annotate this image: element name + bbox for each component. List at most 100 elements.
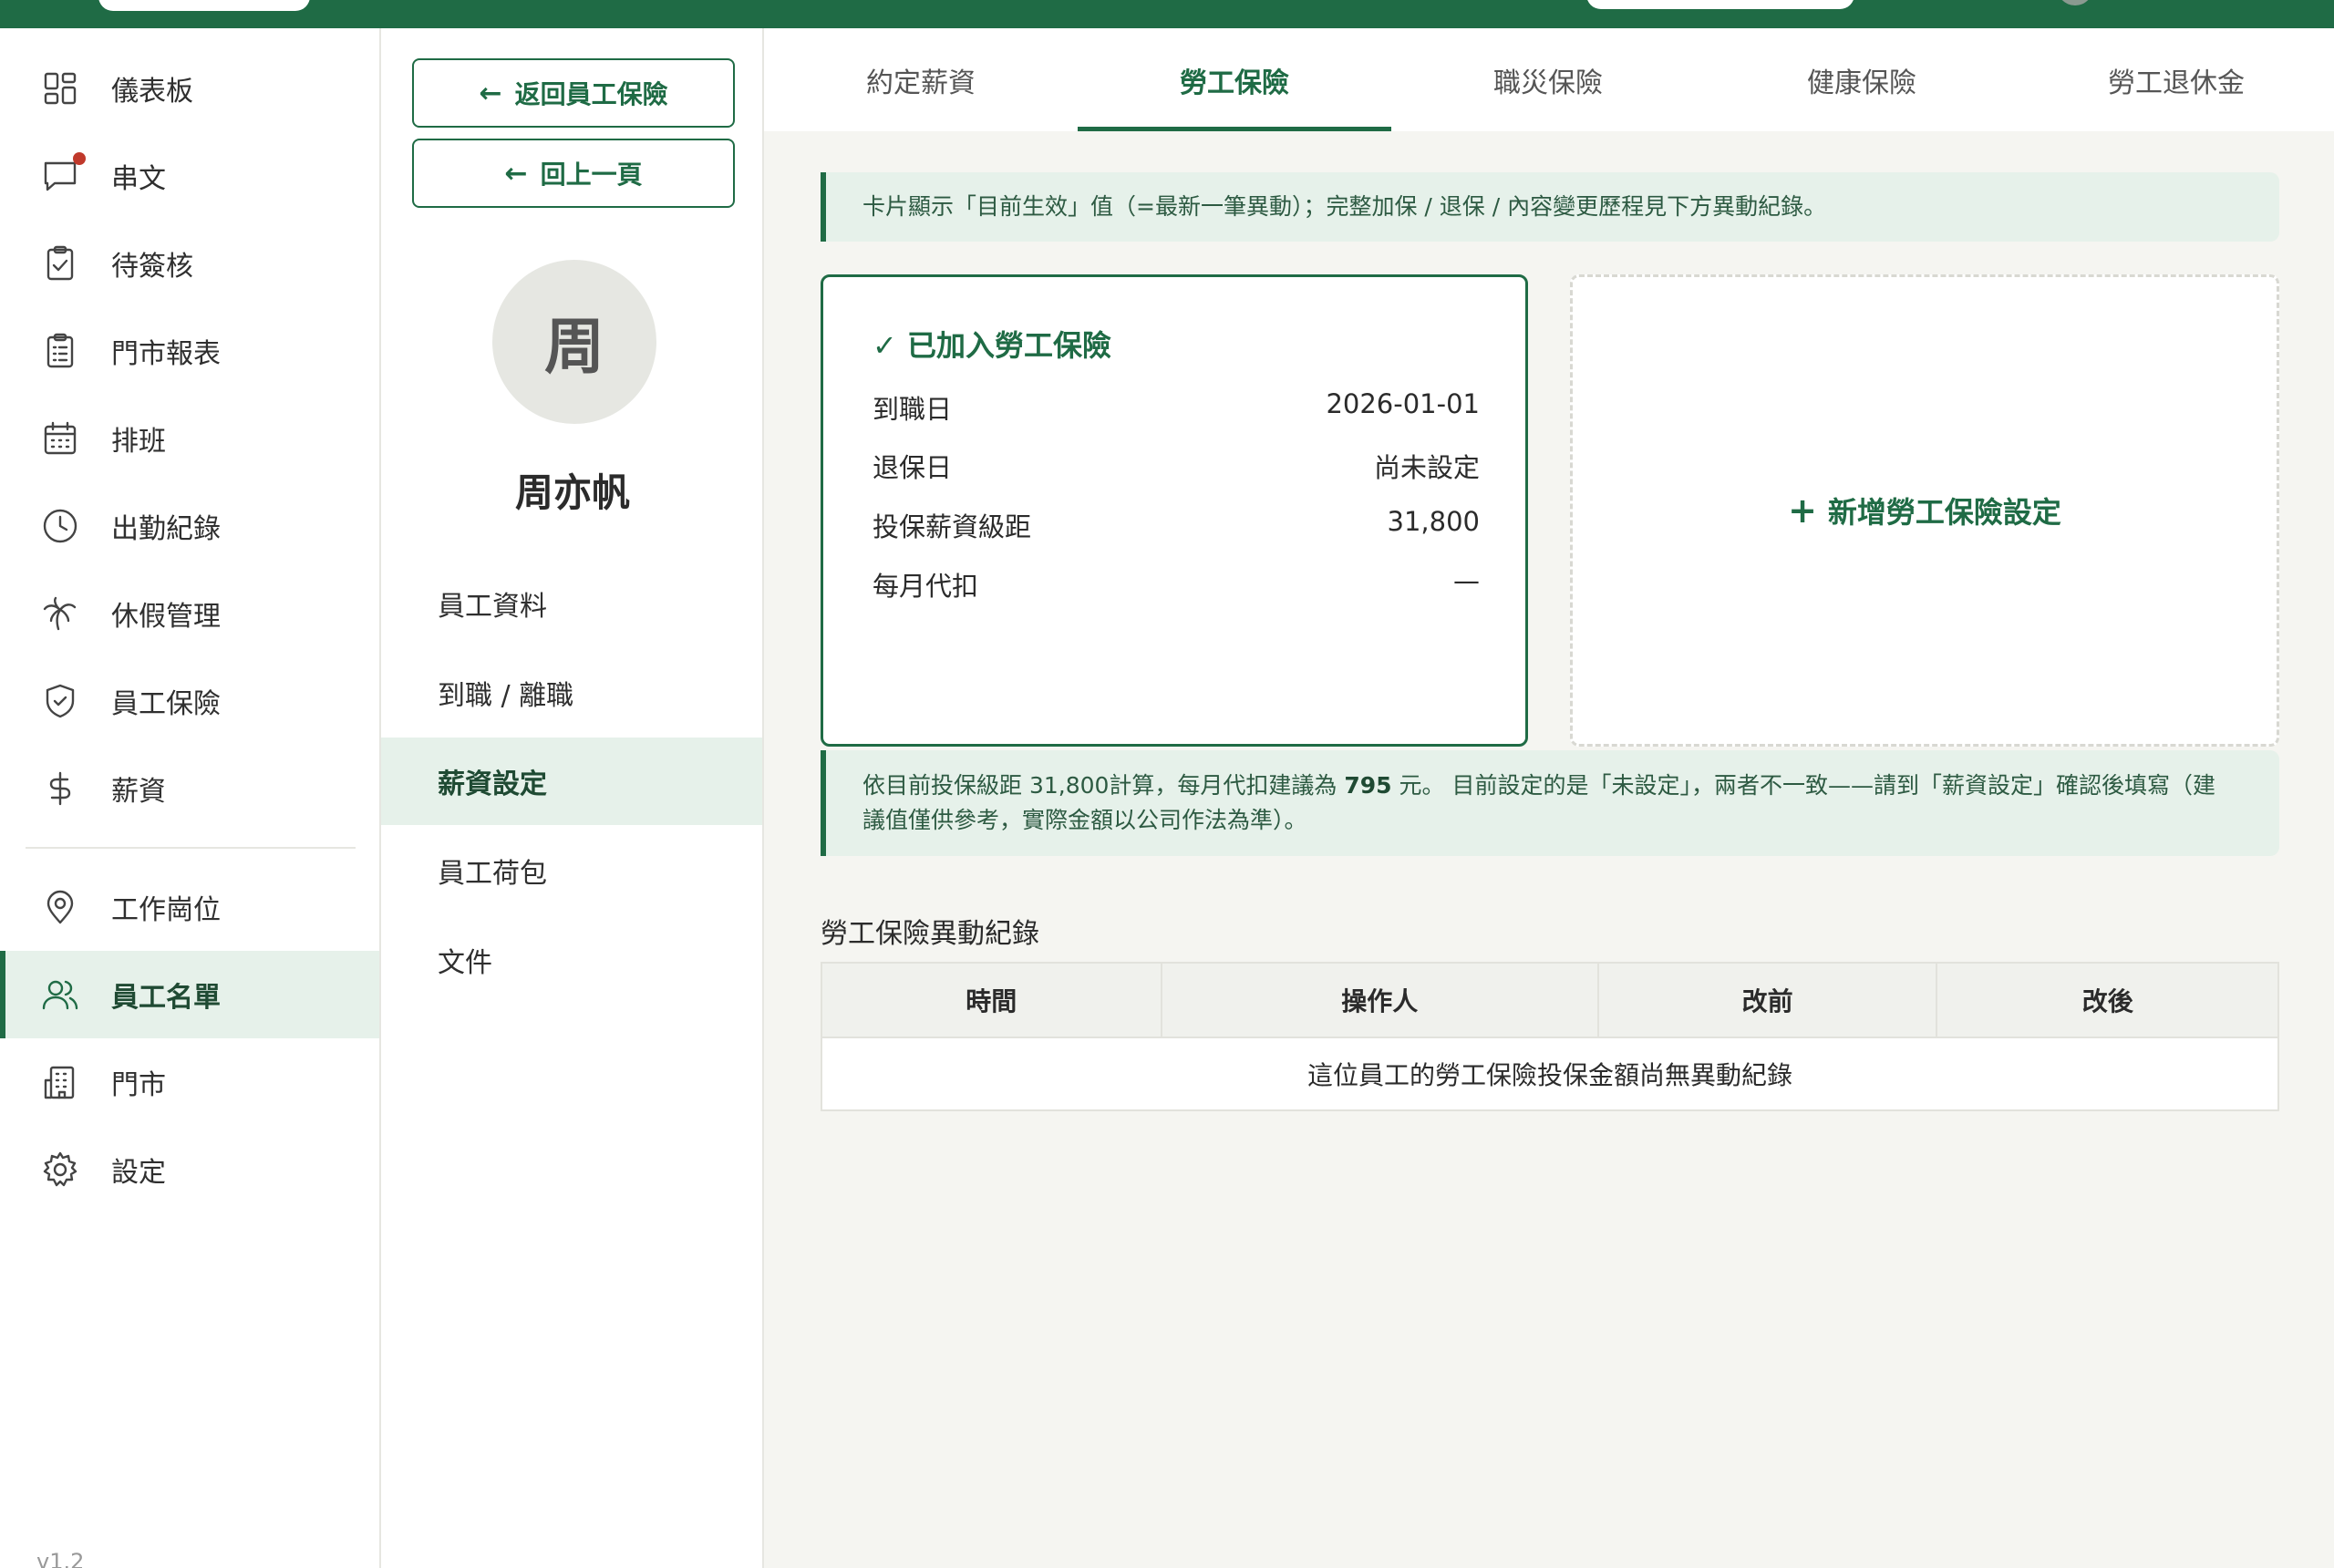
status-row-key: 退保日 <box>873 452 953 483</box>
table-row: 這位員工的勞工保險投保金額尚無異動紀錄 <box>821 1037 2279 1111</box>
status-title: ✓ 已加入勞工保險 <box>873 323 1111 365</box>
mismatch-post: 元。 目前設定的是「未設定」，兩者不一致——請到「薪資設定」確認後填寫（建 <box>1391 772 2215 799</box>
status-row-start-date: 到職日 2026-01-01 <box>873 388 1480 425</box>
sidebar-item-approvals[interactable]: 待簽核 <box>0 220 379 307</box>
shield-icon <box>40 681 80 721</box>
sidebar-item-label: 儀表板 <box>111 76 193 108</box>
mismatch-line-2: 議值僅供參考，實際金額以公司作法為準）。 <box>862 807 1307 833</box>
labor-insurance-status-card: ✓ 已加入勞工保險 到職日 2026-01-01 退保日 尚未設定 投保薪資級距… <box>821 274 1528 747</box>
search-box[interactable] <box>1586 0 1854 9</box>
sidebar-item-label: 員工名單 <box>111 982 221 1014</box>
col-before[interactable]: 改前 <box>1596 962 1938 1038</box>
status-title-text: 已加入勞工保險 <box>906 328 1111 363</box>
status-row-withdraw-date: 退保日 尚未設定 <box>873 447 1480 483</box>
col-operator[interactable]: 操作人 <box>1160 962 1599 1038</box>
sidebar-divider <box>26 847 356 849</box>
insurance-tabs: 約定薪資 勞工保險 職災保險 健康保險 勞工退休金 <box>764 28 2334 131</box>
users-icon <box>40 975 80 1015</box>
clipboard-check-icon <box>40 243 80 284</box>
building-icon <box>40 1062 80 1102</box>
sidebar-item-schedule[interactable]: 排班 <box>0 395 379 482</box>
deduction-mismatch-notice: 依目前投保級距 31,800計算，每月代扣建議為 795 元。 目前設定的是「未… <box>821 750 2279 856</box>
effective-value-notice: 卡片顯示「目前生效」值（=最新一筆異動）；完整加保 / 退保 / 內容變更歷程見… <box>821 172 2279 242</box>
mismatch-pre: 依目前投保級距 31,800計算，每月代扣建議為 <box>862 772 1345 799</box>
sidebar-item-label: 出勤紀錄 <box>111 513 221 545</box>
subnav-salary-settings[interactable]: 薪資設定 <box>381 738 762 825</box>
status-row-value: 尚未設定 <box>1373 452 1480 483</box>
sidebar-item-insurance[interactable]: 員工保險 <box>0 657 379 745</box>
empty-state-message: 這位員工的勞工保險投保金額尚無異動紀錄 <box>821 1037 2279 1111</box>
arrow-left-icon: ← <box>479 77 502 109</box>
top-bar <box>0 0 2334 28</box>
sidebar-item-attendance[interactable]: 出勤紀錄 <box>0 482 379 570</box>
sidebar-item-label: 員工保險 <box>111 688 221 720</box>
status-row-key: 每月代扣 <box>873 571 979 602</box>
status-row-salary-grade: 投保薪資級距 31,800 <box>873 506 1480 542</box>
sidebar-item-label: 待簽核 <box>111 251 193 283</box>
history-table: 時間 操作人 改前 改後 這位員工的勞工保險投保金額尚無異動紀錄 <box>821 962 2279 1111</box>
add-labor-insurance-button[interactable]: + 新增勞工保險設定 <box>1570 274 2279 747</box>
palm-tree-icon <box>40 593 80 634</box>
clock-icon <box>40 506 80 546</box>
status-row-value: 2026-01-01 <box>1326 388 1480 419</box>
tab-labor-pension[interactable]: 勞工退休金 <box>2019 28 2334 131</box>
sidebar-item-employees[interactable]: 員工名單 <box>0 951 379 1038</box>
sidebar-item-posts[interactable]: 串文 <box>0 132 379 220</box>
employee-name: 周亦帆 <box>514 470 630 515</box>
dashboard-icon <box>40 68 80 108</box>
sidebar-item-label: 休假管理 <box>111 601 221 633</box>
subnav-employee-info[interactable]: 員工資料 <box>381 560 762 647</box>
main-content: 約定薪資 勞工保險 職災保險 健康保險 勞工退休金 卡片顯示「目前生效」值（=最… <box>764 28 2334 1568</box>
tab-labor-insurance[interactable]: 勞工保險 <box>1078 28 1391 131</box>
sidebar-item-label: 設定 <box>111 1157 166 1189</box>
subnav-documents[interactable]: 文件 <box>381 916 762 1004</box>
app-version: v1.2 <box>36 1549 85 1568</box>
col-after[interactable]: 改後 <box>1936 962 2279 1038</box>
subnav-onboard-offboard[interactable]: 到職 / 離職 <box>381 649 762 737</box>
sidebar-item-positions[interactable]: 工作崗位 <box>0 863 379 951</box>
app-logo[interactable] <box>98 0 310 11</box>
user-avatar[interactable] <box>2057 0 2093 5</box>
sidebar-item-settings[interactable]: 設定 <box>0 1126 379 1213</box>
back-previous-label: 回上一頁 <box>540 160 643 190</box>
tab-health-insurance[interactable]: 健康保險 <box>1705 28 2019 131</box>
status-row-key: 投保薪資級距 <box>873 511 1032 542</box>
sidebar-item-payroll[interactable]: 薪資 <box>0 745 379 832</box>
effective-value-notice-text: 卡片顯示「目前生效」值（=最新一筆異動）；完整加保 / 退保 / 內容變更歷程見… <box>862 193 1827 220</box>
sidebar-item-leave[interactable]: 休假管理 <box>0 570 379 657</box>
tab-agreed-salary[interactable]: 約定薪資 <box>764 28 1078 131</box>
sidebar-item-store-reports[interactable]: 門市報表 <box>0 307 379 395</box>
status-row-monthly-deduction: 每月代扣 — <box>873 565 1480 602</box>
back-to-insurance-button[interactable]: ← 返回員工保險 <box>412 58 735 128</box>
back-to-insurance-label: 返回員工保險 <box>514 79 668 109</box>
add-labor-insurance-label: 新增勞工保險設定 <box>1827 495 2061 530</box>
clipboard-list-icon <box>40 331 80 371</box>
sidebar-item-label: 工作崗位 <box>111 894 221 926</box>
employee-avatar: 周 <box>492 260 656 424</box>
employee-subnav: ← 返回員工保險 ← 回上一頁 周 周亦帆 員工資料 到職 / 離職 薪資設定 … <box>381 28 764 1568</box>
check-icon: ✓ <box>873 328 897 363</box>
subnav-employee-wallet[interactable]: 員工荷包 <box>381 827 762 914</box>
sidebar-item-label: 排班 <box>111 426 166 458</box>
col-time[interactable]: 時間 <box>821 962 1162 1038</box>
history-section-title: 勞工保險異動紀錄 <box>821 918 1039 950</box>
sidebar-item-dashboard[interactable]: 儀表板 <box>0 45 379 132</box>
tab-occupational-insurance[interactable]: 職災保險 <box>1391 28 1705 131</box>
map-pin-icon <box>40 887 80 927</box>
status-row-key: 到職日 <box>873 394 953 425</box>
sidebar-item-label: 門市 <box>111 1069 166 1101</box>
dollar-icon <box>40 769 80 809</box>
arrow-left-icon: ← <box>504 157 528 190</box>
sidebar-item-stores[interactable]: 門市 <box>0 1038 379 1126</box>
back-previous-button[interactable]: ← 回上一頁 <box>412 139 735 208</box>
status-row-value: — <box>1453 565 1480 596</box>
suggested-amount: 795 <box>1344 772 1392 799</box>
sidebar: 儀表板 串文 待簽核 門市報表 排班 出勤紀錄 休假管理 員工保險 薪資 工作崗… <box>0 28 381 1568</box>
plus-icon: + <box>1788 490 1817 531</box>
gear-icon <box>40 1150 80 1190</box>
calendar-icon <box>40 418 80 459</box>
notification-badge <box>73 152 86 165</box>
mismatch-line-1: 依目前投保級距 31,800計算，每月代扣建議為 795 元。 目前設定的是「未… <box>862 769 2243 803</box>
status-row-value: 31,800 <box>1387 506 1480 537</box>
sidebar-item-label: 門市報表 <box>111 338 221 370</box>
